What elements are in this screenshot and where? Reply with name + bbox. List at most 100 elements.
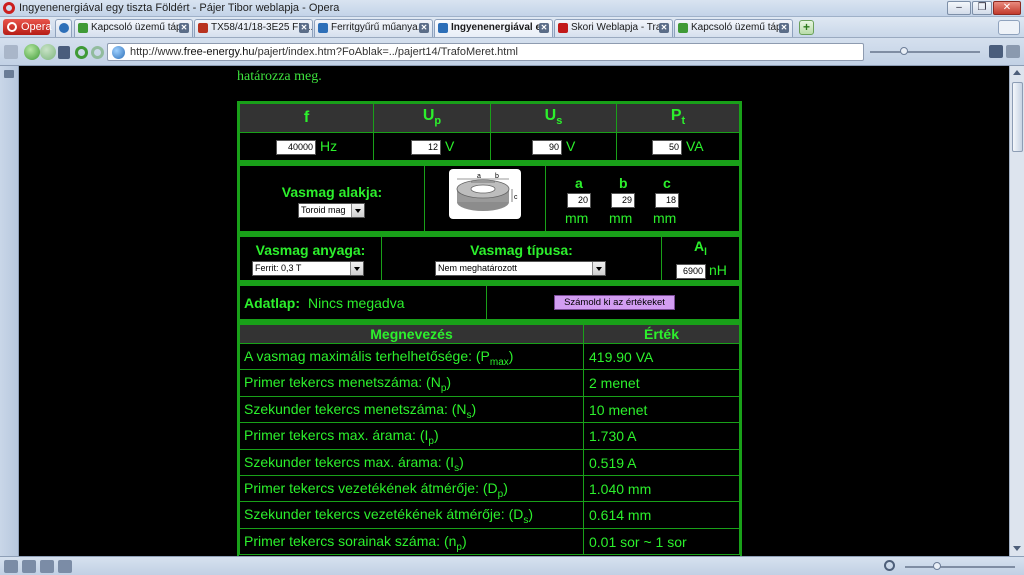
panel-icon[interactable]	[4, 70, 14, 78]
panel-icon[interactable]	[4, 560, 18, 573]
zoom-icon[interactable]	[884, 560, 895, 571]
tab-4-active[interactable]: Ingyenenergiával e... ✕	[434, 19, 553, 37]
datasheet-table: Adatlap: Nincs megadva Számold ki az ért…	[237, 283, 742, 322]
table-row-value: 0.519 A	[583, 448, 740, 476]
scroll-up-icon[interactable]	[1013, 70, 1021, 75]
core-dims-cell: a 20 mm b 29 mm c 18 mm	[545, 165, 740, 232]
tab-1[interactable]: Kapcsoló üzemű táp... ✕	[74, 19, 193, 37]
forward-icon[interactable]	[40, 44, 56, 60]
result-value: 0.519 A	[589, 454, 637, 471]
status-zoom-slider[interactable]	[905, 566, 1015, 568]
images-icon[interactable]	[40, 560, 54, 573]
side-panel[interactable]	[0, 66, 19, 556]
secondary-voltage-input[interactable]: 90	[532, 140, 562, 155]
result-label: Szekunder tekercs max. árama: (Is)	[244, 453, 464, 474]
close-window-button[interactable]: ✕	[993, 1, 1021, 15]
tab-bar: Opera Kapcsoló üzemű táp... ✕ TX58/41/18-…	[0, 17, 1024, 38]
dim-c-label: c	[663, 175, 671, 191]
tab-favicon-icon	[78, 23, 88, 33]
opera-menu-label: Opera	[21, 21, 52, 33]
dim-c-input[interactable]: 18	[655, 193, 679, 208]
core-shape-table: Vasmag alakja: Toroid mag a b c a 20 mm	[237, 163, 742, 234]
toroid-diagram-icon: a b c	[449, 169, 521, 219]
results-header-name: Megnevezés	[239, 324, 584, 344]
tab-favicon-icon	[198, 23, 208, 33]
new-tab-button[interactable]: +	[799, 20, 814, 35]
home-icon[interactable]	[91, 46, 104, 59]
al-unit: nH	[709, 262, 727, 278]
core-shape-select[interactable]: Toroid mag	[298, 203, 365, 218]
tab-close-icon[interactable]: ✕	[659, 23, 669, 33]
core-type-select[interactable]: Nem meghatározott	[435, 261, 606, 276]
power-input[interactable]: 50	[652, 140, 682, 155]
dim-b-unit: mm	[609, 210, 633, 226]
table-row-name: Szekunder tekercs max. árama: (Is)	[239, 448, 584, 476]
core-material-label: Vasmag anyaga:	[255, 242, 366, 258]
result-value: 1.730 A	[589, 428, 637, 445]
al-input[interactable]: 6900	[676, 264, 706, 279]
table-row-value: 1.040 mm	[583, 475, 740, 503]
tab-close-icon[interactable]: ✕	[419, 23, 429, 33]
save-icon[interactable]	[58, 46, 70, 59]
url-input[interactable]: http://www.free-energy.hu/pajert/index.h…	[107, 43, 864, 61]
tab-5[interactable]: Skori Weblapja - Tra... ✕	[554, 19, 673, 37]
vertical-scrollbar[interactable]	[1009, 66, 1024, 556]
power-unit: VA	[686, 138, 704, 154]
tab-close-icon[interactable]: ✕	[299, 23, 309, 33]
diagram-label-b: b	[495, 173, 499, 180]
table-row-name: Primer tekercs max. árama: (Ip)	[239, 422, 584, 450]
table-row-name: Primer tekercs vezetékének átmérője: (Dp…	[239, 475, 584, 503]
frequency-input[interactable]: 40000	[276, 140, 316, 155]
secondary-voltage-unit: V	[566, 138, 576, 154]
results-table: Megnevezés Érték A vasmag maximális terh…	[237, 322, 742, 556]
maximize-button[interactable]: ❐	[972, 1, 992, 15]
param-f-header: f	[239, 103, 374, 133]
window-icon[interactable]	[989, 45, 1003, 58]
panel-toggle-icon[interactable]	[4, 45, 18, 59]
tab-pinned[interactable]	[55, 19, 72, 37]
result-value: 0.614 mm	[589, 507, 652, 524]
scrollbar-thumb[interactable]	[1012, 82, 1023, 152]
diagram-label-c: c	[514, 194, 518, 201]
tab-close-icon[interactable]: ✕	[539, 23, 549, 33]
intro-text: határozza meg.	[237, 69, 322, 84]
core-material-select[interactable]: Ferrit: 0,3 T	[252, 261, 364, 276]
page-content: határozza meg. f Up Us Pt 40000 Hz 12 V …	[20, 66, 1009, 556]
back-icon[interactable]	[24, 44, 40, 60]
dim-b-input[interactable]: 29	[611, 193, 635, 208]
transfer-icon[interactable]	[22, 560, 36, 573]
zoom-slider-knob[interactable]	[900, 47, 908, 55]
menu-icon[interactable]	[1006, 45, 1020, 58]
tab-2[interactable]: TX58/41/18-3E25 FE... ✕	[194, 19, 313, 37]
tab-label: Ferritgyűrű műanya...	[331, 22, 427, 33]
dropdown-arrow-icon	[351, 204, 364, 217]
window-title-bar: Ingyenenergiával egy tiszta Földért - Pá…	[0, 0, 1024, 17]
tab-overview-button[interactable]	[998, 20, 1020, 35]
tab-3[interactable]: Ferritgyűrű műanya... ✕	[314, 19, 433, 37]
table-row-name: A vasmag maximális terhelhetősége: (Pmax…	[239, 343, 584, 371]
tab-close-icon[interactable]: ✕	[179, 23, 189, 33]
dim-a-input[interactable]: 20	[567, 193, 591, 208]
tab-favicon-icon	[318, 23, 328, 33]
primary-voltage-input[interactable]: 12	[411, 140, 441, 155]
tab-favicon-icon	[558, 23, 568, 33]
results-header-value: Érték	[583, 324, 740, 344]
address-bar: http://www.free-energy.hu/pajert/index.h…	[0, 38, 1024, 66]
turbo-icon[interactable]	[58, 560, 72, 573]
reload-icon[interactable]	[75, 46, 88, 59]
compute-cell: Számold ki az értékeket	[486, 285, 740, 320]
minimize-button[interactable]: –	[947, 1, 971, 15]
opera-menu-button[interactable]: Opera	[3, 19, 52, 35]
opera-logo-icon	[7, 22, 17, 32]
dim-b-label: b	[619, 175, 628, 191]
zoom-slider[interactable]	[870, 47, 980, 55]
status-zoom-knob[interactable]	[933, 562, 941, 570]
core-type-label: Vasmag típusa:	[470, 242, 573, 258]
tab-close-icon[interactable]: ✕	[779, 23, 789, 33]
dim-a-label: a	[575, 175, 583, 191]
scroll-down-icon[interactable]	[1013, 546, 1021, 551]
al-label: Al	[694, 238, 707, 258]
compute-button[interactable]: Számold ki az értékeket	[554, 295, 675, 310]
table-row-value: 1.730 A	[583, 422, 740, 450]
tab-6[interactable]: Kapcsoló üzemű táp... ✕	[674, 19, 793, 37]
